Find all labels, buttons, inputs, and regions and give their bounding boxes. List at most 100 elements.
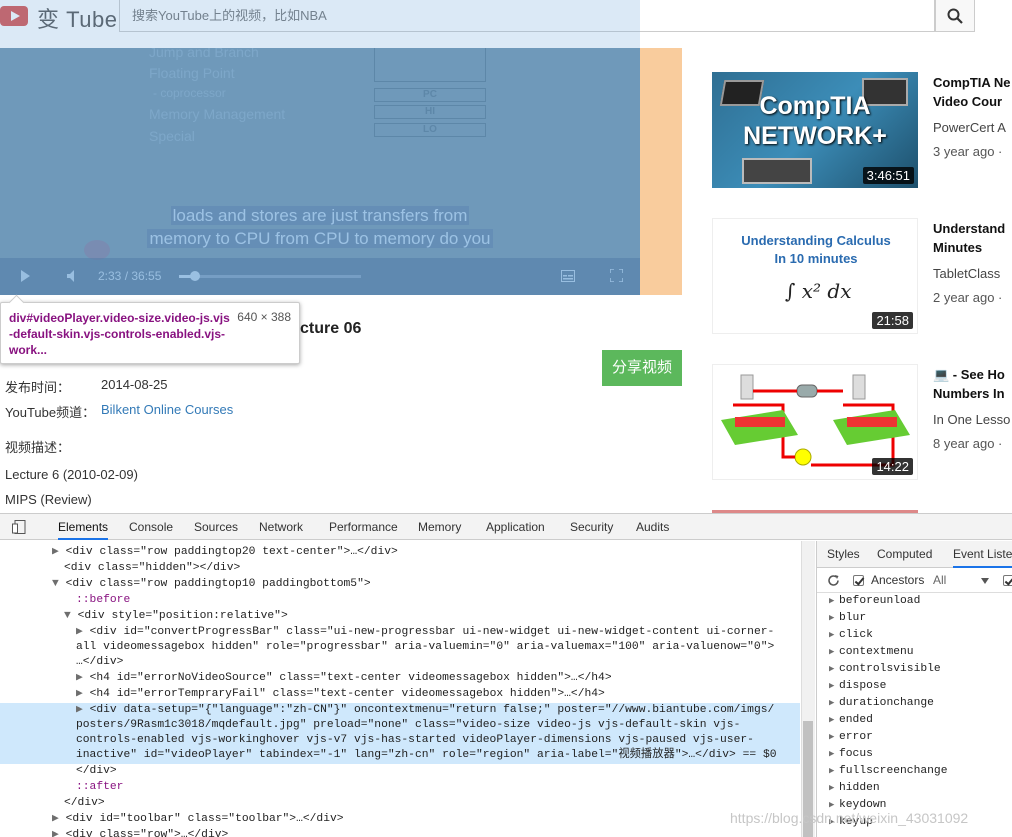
event-listener-item[interactable]: ▶ click (829, 629, 873, 641)
tab-computed[interactable]: Computed (877, 541, 932, 568)
site-header: 变 Tube (0, 0, 1012, 48)
fullscreen-icon[interactable] (610, 269, 623, 282)
dom-node[interactable]: ::before (0, 593, 800, 609)
expand-triangle-icon[interactable]: ▶ (829, 698, 839, 708)
search-input[interactable] (119, 0, 935, 32)
expand-triangle-icon[interactable]: ▶ (829, 647, 839, 657)
dom-node-selected[interactable]: ▶ <div data-setup="{"language":"zh-CN"}"… (0, 703, 800, 719)
dom-node-text: <div id="toolbar" class="toolbar">…</div… (65, 813, 344, 825)
router-graphic (742, 158, 812, 184)
event-listener-item[interactable]: ▶ hidden (829, 782, 880, 794)
refresh-icon[interactable] (827, 574, 840, 587)
tab-console[interactable]: Console (129, 514, 173, 540)
recommendation-title[interactable]: Understand (933, 219, 1005, 238)
chevron-down-icon[interactable] (981, 578, 989, 584)
slide-box: LO (374, 123, 486, 137)
dom-node[interactable]: ▶ <div class="row">…</div> (0, 828, 800, 837)
recommendation-thumbnail[interactable]: Understanding Calculus In 10 minutes ∫ x… (712, 218, 918, 334)
play-icon[interactable] (18, 268, 32, 284)
recommendation-thumbnail[interactable]: 14:22 (712, 364, 918, 480)
time-display: 2:33 / 36:55 (98, 269, 162, 283)
dom-node[interactable]: ▶ <div id="convertProgressBar" class="ui… (0, 625, 800, 641)
filter-select-value[interactable]: All (933, 573, 946, 587)
dom-node[interactable]: </div> (0, 796, 800, 812)
volume-icon[interactable] (66, 268, 80, 284)
event-name: click (839, 629, 873, 641)
expand-triangle-icon[interactable]: ▶ (829, 630, 839, 640)
event-listener-item[interactable]: ▶ ended (829, 714, 873, 726)
dom-node[interactable]: ▶ <h4 id="errorNoVideoSource" class="tex… (0, 671, 800, 687)
tab-styles[interactable]: Styles (827, 541, 860, 568)
recommendation-title[interactable]: Minutes (933, 238, 982, 257)
dom-node[interactable]: ▶ <div id="toolbar" class="toolbar">…</d… (0, 812, 800, 828)
tab-memory[interactable]: Memory (418, 514, 461, 540)
recommendation-thumbnail[interactable]: CompTIA NETWORK+ 3:46:51 (712, 72, 918, 188)
dom-node[interactable]: ▼ <div class="row paddingtop10 paddingbo… (0, 577, 800, 593)
dom-node[interactable]: ▼ <div style="position:relative"> (0, 609, 800, 625)
event-listener-item[interactable]: ▶ controlsvisible (829, 663, 941, 675)
event-listener-item[interactable]: ▶ contextmenu (829, 646, 914, 658)
tooltip-selector: div#videoPlayer.video-size.video-js.vjs-… (9, 311, 230, 357)
event-listener-item[interactable]: ▶ blur (829, 612, 866, 624)
channel-link[interactable]: Bilkent Online Courses (101, 402, 233, 417)
progress-handle[interactable] (189, 271, 200, 281)
recommendation-channel[interactable]: TabletClass (933, 266, 1000, 281)
dom-node[interactable]: <div class="hidden"></div> (0, 561, 800, 577)
expand-triangle-icon[interactable]: ▶ (829, 664, 839, 674)
progress-bar[interactable] (179, 271, 361, 281)
dom-node-continuation: all videomessagebox hidden" role="progre… (0, 640, 800, 656)
dom-node[interactable]: ::after (0, 780, 800, 796)
event-listener-item[interactable]: ▶ durationchange (829, 697, 934, 709)
description-line: MIPS (Review) (5, 492, 92, 507)
event-name: error (839, 731, 873, 743)
dom-node-continuation: controls-enabled vjs-workinghover vjs-v7… (0, 733, 800, 749)
recommendation-meta: 2 year ago · (933, 290, 1003, 305)
elements-tree[interactable]: ▶ <div class="row paddingtop20 text-cent… (0, 541, 815, 837)
tab-application[interactable]: Application (486, 514, 545, 540)
devtools-tab-bar: Elements Console Sources Network Perform… (0, 514, 1012, 540)
expand-triangle-icon[interactable]: ▶ (829, 783, 839, 793)
expand-triangle-icon[interactable]: ▶ (829, 732, 839, 742)
recommendation-title[interactable]: 💻 - See Ho (933, 365, 1005, 384)
dom-node[interactable]: ▶ <h4 id="errorTempraryFail" class="text… (0, 687, 800, 703)
event-listener-item[interactable]: ▶ beforeunload (829, 595, 920, 607)
logo-text[interactable]: 变 Tube (37, 2, 117, 34)
expand-triangle-icon[interactable]: ▶ (829, 749, 839, 759)
tab-sources[interactable]: Sources (194, 514, 238, 540)
recommendation-channel[interactable]: PowerCert A (933, 120, 1006, 135)
dom-node[interactable]: ▶ <div class="row paddingtop20 text-cent… (0, 545, 800, 561)
event-listener-item[interactable]: ▶ fullscreenchange (829, 765, 947, 777)
expand-triangle-icon[interactable]: ▶ (829, 715, 839, 725)
tab-security[interactable]: Security (570, 514, 613, 540)
share-button[interactable]: 分享视频 (602, 350, 682, 386)
search-button[interactable] (935, 0, 975, 32)
expand-triangle-icon[interactable]: ▶ (829, 613, 839, 623)
expand-triangle-icon[interactable]: ▶ (829, 596, 839, 606)
framework-listeners-checkbox[interactable] (1003, 575, 1012, 586)
event-listener-item[interactable]: ▶ error (829, 731, 873, 743)
thumb-text: In 10 minutes (774, 251, 858, 266)
tab-elements[interactable]: Elements (58, 514, 109, 540)
device-toolbar-icon[interactable] (12, 520, 26, 534)
tab-network[interactable]: Network (259, 514, 303, 540)
tab-event-listeners[interactable]: Event Listen (953, 541, 1012, 568)
recommendation-channel[interactable]: In One Lesso (933, 412, 1010, 427)
dom-node[interactable]: </div> (0, 764, 800, 780)
event-listener-item[interactable]: ▶ dispose (829, 680, 886, 692)
captions-icon[interactable] (561, 270, 575, 282)
slide-box: HI (374, 105, 486, 119)
recommendation-title[interactable]: Video Cour (933, 92, 1002, 111)
recommendation-title[interactable]: CompTIA Ne (933, 73, 1011, 92)
video-duration: 3:46:51 (862, 167, 914, 184)
tab-audits[interactable]: Audits (636, 514, 669, 540)
expand-triangle-icon[interactable]: ▶ (829, 800, 839, 810)
thumb-text: NETWORK+ (743, 122, 887, 150)
expand-triangle-icon[interactable]: ▶ (829, 766, 839, 776)
ancestors-checkbox[interactable] (853, 575, 864, 586)
logo-icon[interactable] (0, 3, 30, 29)
event-name: blur (839, 612, 867, 624)
tab-performance[interactable]: Performance (329, 514, 398, 540)
event-listener-item[interactable]: ▶ focus (829, 748, 873, 760)
expand-triangle-icon[interactable]: ▶ (829, 681, 839, 691)
recommendation-title[interactable]: Numbers In (933, 384, 1005, 403)
